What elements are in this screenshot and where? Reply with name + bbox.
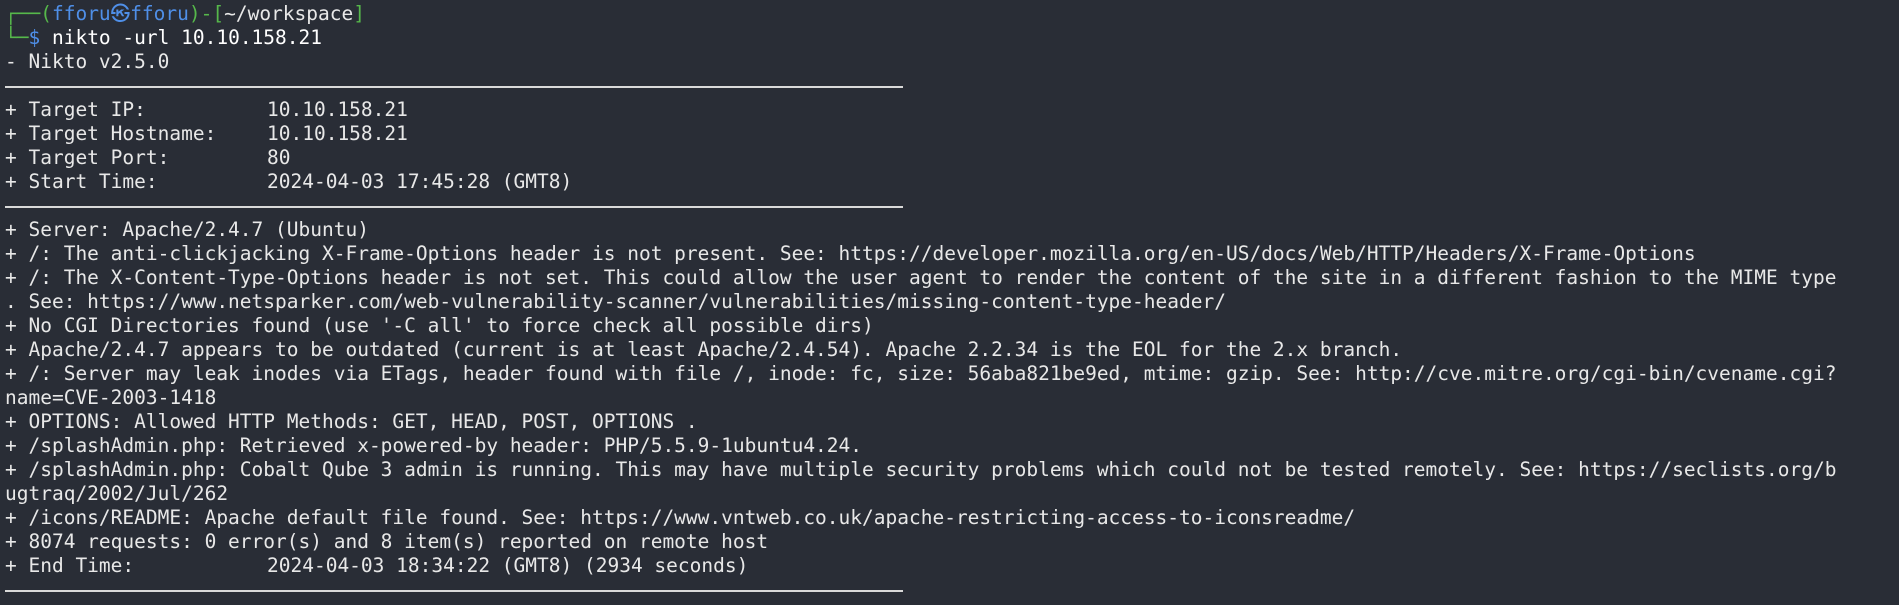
target-hostname-row: + Target Hostname: 10.10.158.21 [5, 122, 1899, 146]
prompt-frame-close: ] [353, 2, 365, 25]
target-ip-label: + Target IP: [5, 98, 146, 121]
target-port-label: + Target Port: [5, 146, 170, 169]
separator-line [5, 578, 1899, 602]
finding-line: + /: The X-Content-Type-Options header i… [5, 266, 1837, 289]
start-time-value: 2024-04-03 17:45:28 (GMT8) [267, 170, 573, 193]
prompt-frame-bottom: └─ [5, 26, 29, 49]
separator-line [5, 74, 1899, 98]
separator-line [5, 194, 1899, 218]
terminal-output[interactable]: ┌──(fforu㉿fforu)-[~/workspace] └─$ nikto… [5, 2, 1899, 602]
prompt-line-command: └─$ nikto -url 10.10.158.21 [5, 26, 1899, 50]
finding-line: + 8074 requests: 0 error(s) and 8 item(s… [5, 530, 769, 553]
finding-line: . See: https://www.netsparker.com/web-vu… [5, 290, 1226, 313]
prompt-cwd: ~/workspace [224, 2, 354, 25]
prompt-frame-open: ┌──( [5, 2, 52, 25]
finding-line: + OPTIONS: Allowed HTTP Methods: GET, HE… [5, 410, 698, 433]
finding-line: + Server: Apache/2.4.7 (Ubuntu) [5, 218, 369, 241]
prompt-line-top: ┌──(fforu㉿fforu)-[~/workspace] [5, 2, 1899, 26]
target-hostname-label: + Target Hostname: [5, 122, 217, 145]
prompt-frame-mid: )-[ [188, 2, 225, 25]
finding-line: + /splashAdmin.php: Retrieved x-powered-… [5, 434, 863, 457]
end-time-label: + End Time: [5, 554, 135, 577]
start-time-label: + Start Time: [5, 170, 158, 193]
end-time-row: + End Time: 2024-04-03 18:34:22 (GMT8) (2… [5, 554, 1899, 578]
finding-line: + No CGI Directories found (use '-C all'… [5, 314, 874, 337]
finding-line: ugtraq/2002/Jul/262 [5, 482, 229, 505]
finding-line: + /splashAdmin.php: Cobalt Qube 3 admin … [5, 458, 1837, 481]
finding-line: + /icons/README: Apache default file fou… [5, 506, 1356, 529]
target-ip-row: + Target IP: 10.10.158.21 [5, 98, 1899, 122]
target-port-row: + Target Port: 80 [5, 146, 1899, 170]
nikto-banner: - Nikto v2.5.0 [5, 50, 170, 73]
prompt-dollar: $ [28, 26, 41, 49]
finding-line: + /: The anti-clickjacking X-Frame-Optio… [5, 242, 1696, 265]
target-port-value: 80 [267, 146, 291, 169]
finding-line: + Apache/2.4.7 appears to be outdated (c… [5, 338, 1403, 361]
target-ip-value: 10.10.158.21 [267, 98, 408, 121]
start-time-row: + Start Time: 2024-04-03 17:45:28 (GMT8) [5, 170, 1899, 194]
target-hostname-value: 10.10.158.21 [267, 122, 408, 145]
end-time-value: 2024-04-03 18:34:22 (GMT8) (2934 seconds… [267, 554, 749, 577]
finding-line: name=CVE-2003-1418 [5, 386, 217, 409]
finding-line: + /: Server may leak inodes via ETags, h… [5, 362, 1837, 385]
command-text: nikto -url 10.10.158.21 [40, 26, 322, 49]
prompt-user-host: fforu㉿fforu [51, 2, 189, 25]
